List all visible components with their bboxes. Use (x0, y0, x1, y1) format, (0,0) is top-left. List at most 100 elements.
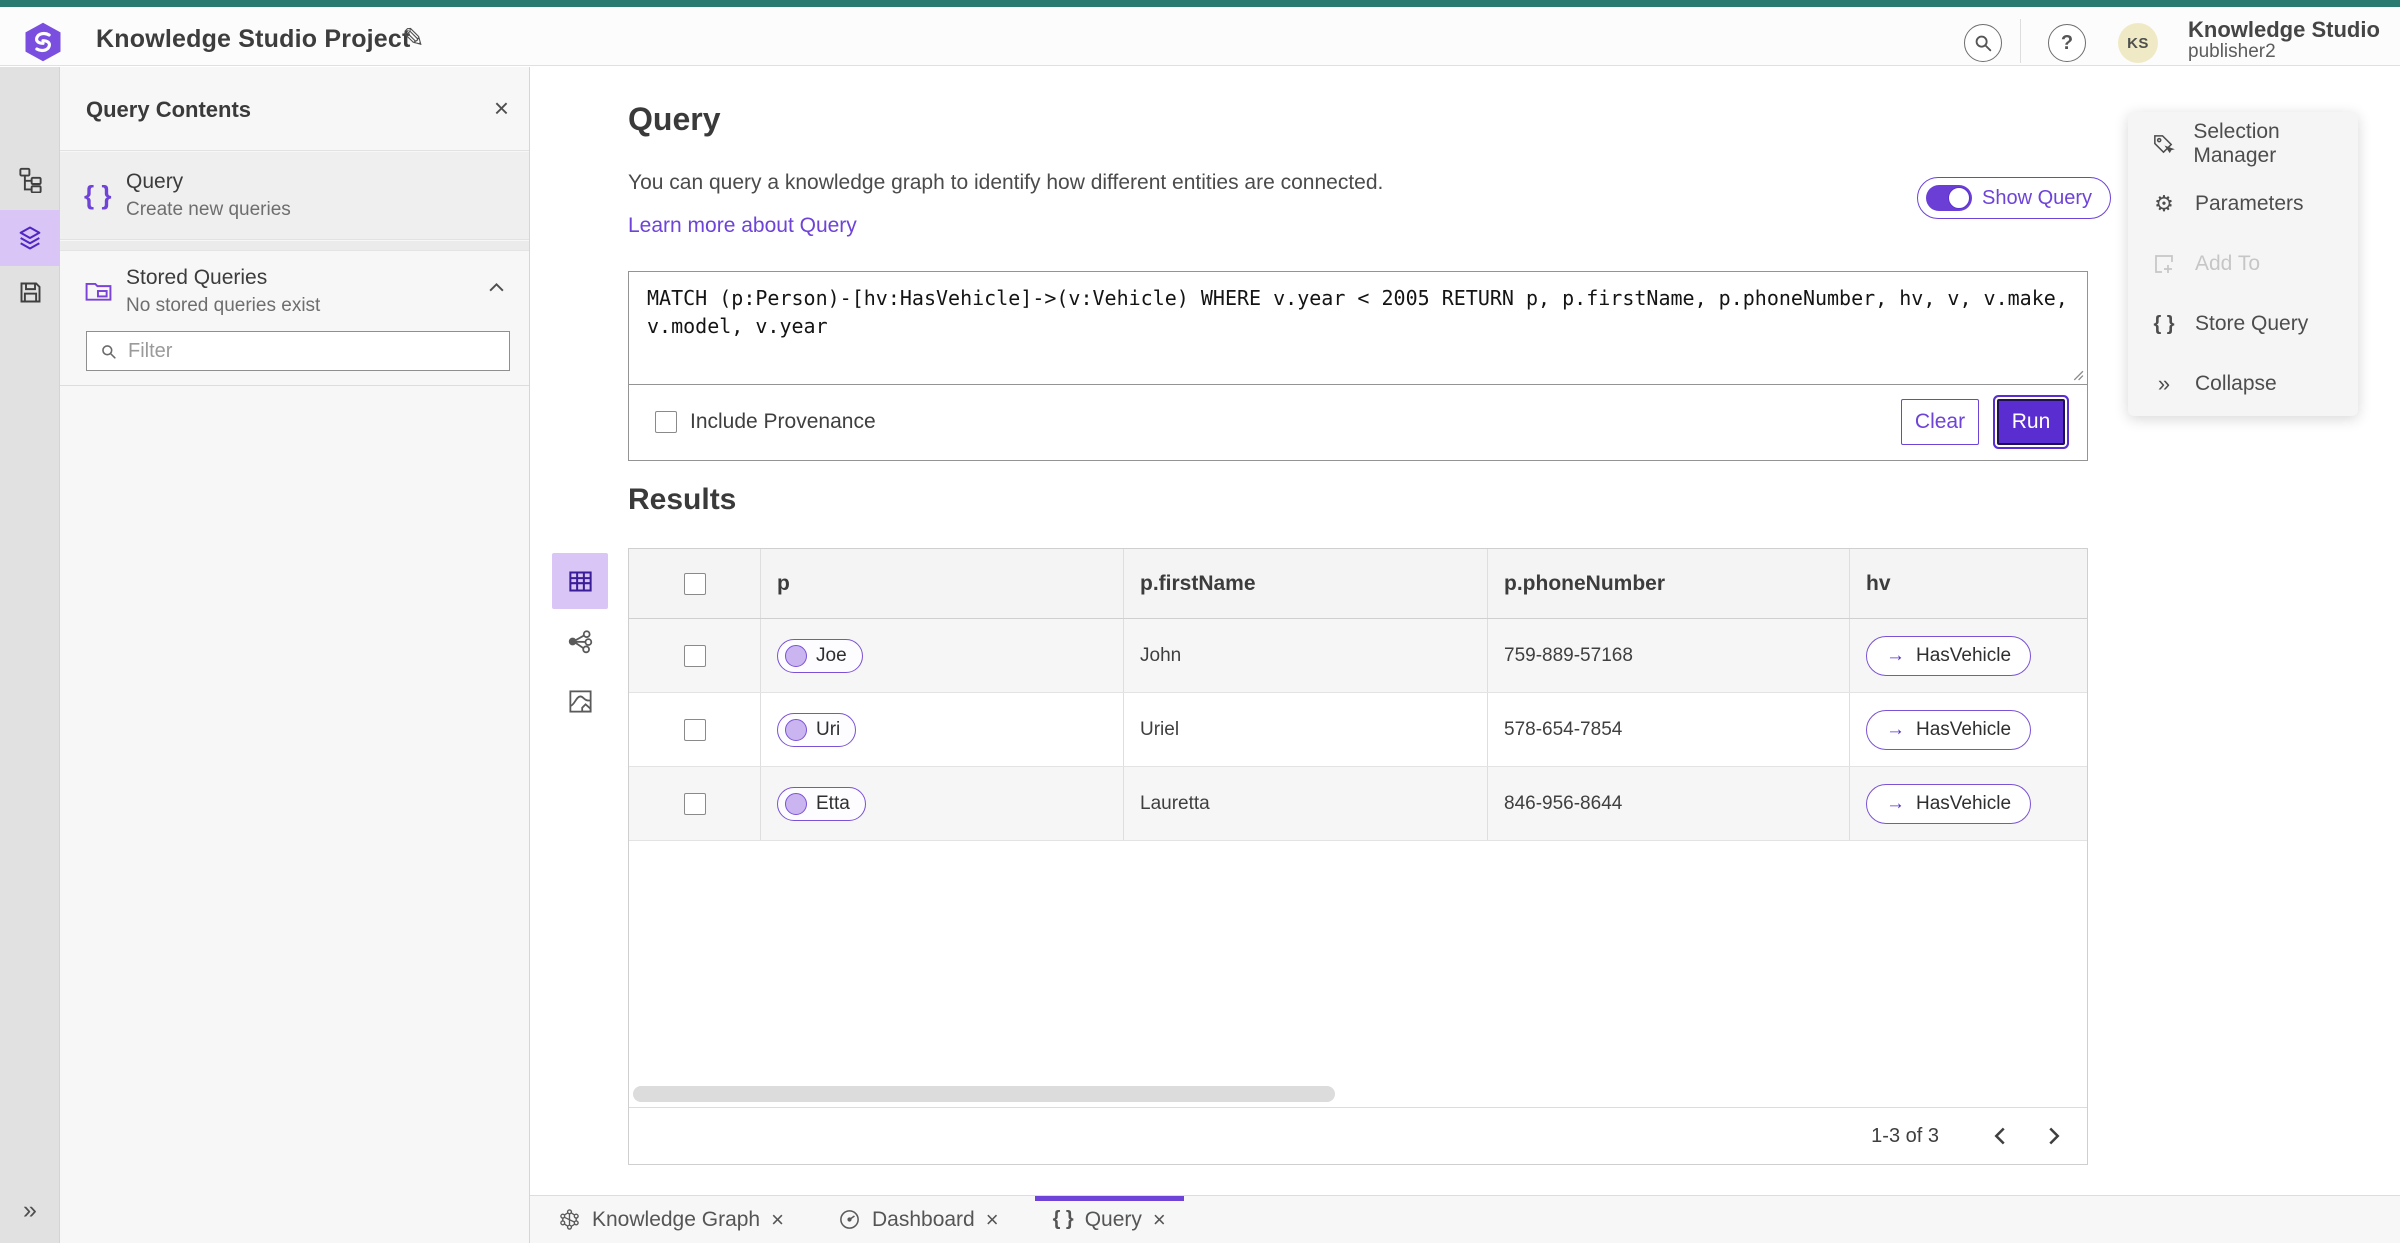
user-name: publisher2 (2188, 41, 2276, 63)
user-block: Knowledge Studio publisher2 (2188, 17, 2380, 63)
node-dot-icon (785, 718, 807, 741)
cell-phonenumber: 759-889-57168 (1488, 619, 1850, 692)
tab-query[interactable]: { } Query × (1031, 1196, 1188, 1243)
column-header-phonenumber[interactable]: p.phoneNumber (1488, 549, 1850, 618)
graph-view-button[interactable] (552, 613, 608, 669)
braces-icon: { } (84, 180, 112, 210)
include-provenance-checkbox[interactable] (655, 411, 677, 433)
row-checkbox[interactable] (683, 792, 706, 815)
cell-firstname: Uriel (1124, 693, 1488, 766)
app-header: Knowledge Studio Project ✎ ? KS Knowledg… (0, 7, 2400, 66)
edge-pill[interactable]: → HasVehicle (1866, 783, 2032, 824)
node-pill[interactable]: Etta (777, 786, 866, 821)
query-item-subtitle: Create new queries (126, 199, 291, 220)
query-contents-panel: Query Contents × { } Query Create new qu… (60, 67, 530, 1243)
node-dot-icon (785, 644, 807, 667)
panel-section-gap (60, 241, 529, 251)
row-checkbox[interactable] (683, 644, 706, 667)
help-icon: ? (2060, 31, 2074, 54)
panel-item-query[interactable]: { } Query Create new queries (60, 152, 529, 240)
pagination-bar: 1-3 of 3 (629, 1107, 2087, 1164)
close-icon[interactable]: × (986, 1207, 999, 1233)
collapse-icon: » (2157, 371, 2171, 396)
horizontal-scrollbar[interactable] (633, 1086, 1335, 1102)
panel-divider (60, 385, 529, 386)
filter-input[interactable] (128, 339, 497, 363)
node-pill[interactable]: Joe (777, 638, 863, 673)
next-page-button[interactable] (2037, 1119, 2071, 1153)
show-query-label: Show Query (1982, 186, 2093, 209)
query-form-footer: Include Provenance Clear Run (629, 384, 2087, 460)
project-title: Knowledge Studio Project (96, 25, 411, 53)
edge-pill[interactable]: → HasVehicle (1866, 635, 2032, 676)
search-icon (99, 342, 118, 361)
parameters-button[interactable]: ⚙ Parameters (2128, 174, 2358, 234)
rail-hierarchy-button[interactable] (0, 151, 60, 207)
tools-panel: Selection Manager ⚙ Parameters Add To { … (2128, 112, 2358, 416)
column-header-hv[interactable]: hv (1850, 549, 2087, 618)
collapse-button[interactable]: » Collapse (2128, 354, 2358, 414)
toggle-knob (1948, 187, 1970, 209)
table-row: Etta Lauretta 846-956-8644 → HasVehicle (629, 767, 2087, 841)
resize-grip-icon[interactable] (2071, 368, 2084, 381)
app-name: Knowledge Studio (2188, 17, 2380, 42)
app-logo[interactable] (22, 19, 64, 65)
run-button[interactable]: Run (1997, 399, 2065, 445)
filter-field (86, 331, 510, 371)
column-header-firstname[interactable]: p.firstName (1124, 549, 1488, 618)
table-row: Uri Uriel 578-654-7854 → HasVehicle (629, 693, 2087, 767)
tab-label: Dashboard (871, 1207, 975, 1231)
close-icon[interactable]: × (771, 1207, 784, 1233)
search-button[interactable] (1964, 24, 2002, 62)
rail-save-button[interactable] (0, 264, 60, 320)
pagination-label: 1-3 of 3 (1871, 1124, 1939, 1147)
table-view-button[interactable] (552, 553, 608, 609)
edge-label: HasVehicle (1916, 644, 2012, 666)
row-checkbox[interactable] (683, 718, 706, 741)
left-icon-rail: » (0, 67, 60, 1243)
include-provenance-label: Include Provenance (690, 410, 876, 433)
graph-view-icon (567, 628, 594, 655)
learn-more-link[interactable]: Learn more about Query (628, 214, 857, 238)
show-query-toggle[interactable]: Show Query (1917, 177, 2112, 219)
arrow-right-icon: → (1886, 644, 1905, 666)
selection-manager-button[interactable]: Selection Manager (2128, 114, 2358, 174)
selection-manager-icon (2150, 132, 2176, 157)
stored-queries-header[interactable]: Stored Queries No stored queries exist (60, 252, 529, 330)
edit-title-icon[interactable]: ✎ (402, 23, 425, 54)
node-label: Etta (816, 792, 850, 814)
edge-pill[interactable]: → HasVehicle (1866, 709, 2032, 750)
results-title: Results (628, 483, 737, 516)
node-pill[interactable]: Uri (777, 712, 857, 747)
cell-phonenumber: 578-654-7854 (1488, 693, 1850, 766)
clear-button[interactable]: Clear (1901, 399, 1979, 445)
store-query-button[interactable]: { } Store Query (2128, 294, 2358, 354)
select-all-checkbox[interactable] (683, 572, 706, 595)
table-view-icon (567, 568, 594, 595)
tab-dashboard[interactable]: Dashboard × (816, 1196, 1021, 1243)
chart-view-icon (567, 688, 594, 715)
query-editor[interactable]: MATCH (p:Person)-[hv:HasVehicle]->(v:Veh… (629, 272, 2087, 385)
page-title: Query (628, 101, 721, 137)
close-icon[interactable]: × (1153, 1207, 1166, 1233)
query-item-texts: Query Create new queries (126, 170, 291, 221)
previous-page-button[interactable] (1983, 1119, 2017, 1153)
cell-firstname: John (1124, 619, 1488, 692)
layers-icon (16, 224, 44, 252)
top-accent-bar (0, 0, 2400, 7)
tab-knowledge-graph[interactable]: Knowledge Graph × (536, 1196, 806, 1243)
chart-view-button[interactable] (552, 673, 608, 729)
toggle-on-icon[interactable] (1926, 185, 1972, 211)
stored-queries-title: Stored Queries (126, 265, 268, 289)
close-icon[interactable]: × (494, 93, 509, 124)
stored-queries-texts: Stored Queries No stored queries exist (126, 266, 320, 317)
chevron-up-icon[interactable] (488, 282, 505, 293)
rail-layers-button[interactable] (0, 210, 60, 266)
expand-rail-icon[interactable]: » (0, 1196, 60, 1225)
arrow-right-icon: → (1886, 792, 1905, 814)
hierarchy-icon (17, 166, 44, 193)
column-header-p[interactable]: p (761, 549, 1124, 618)
results-table: p p.firstName p.phoneNumber hv Joe John … (628, 548, 2088, 1165)
help-button[interactable]: ? (2048, 24, 2086, 62)
avatar[interactable]: KS (2118, 23, 2158, 63)
